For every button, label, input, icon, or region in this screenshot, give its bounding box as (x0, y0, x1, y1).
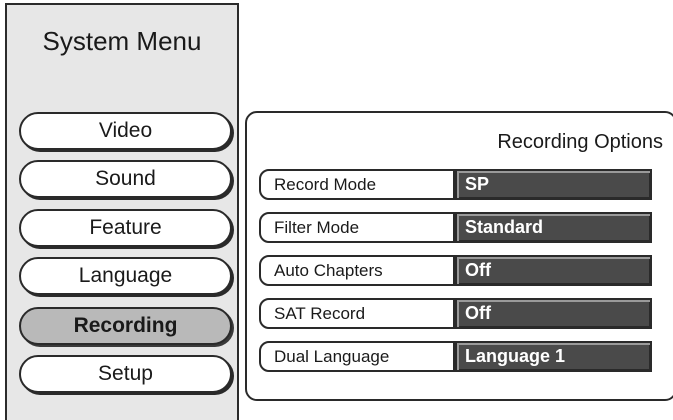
option-row-dual-language[interactable]: Dual Language Language 1 (259, 341, 653, 372)
system-menu-sidebar: System Menu Video Sound Feature Language… (5, 3, 239, 420)
menu-item-video[interactable]: Video (19, 112, 232, 150)
option-label: SAT Record (259, 298, 455, 329)
option-label: Filter Mode (259, 212, 455, 243)
option-row-auto-chapters[interactable]: Auto Chapters Off (259, 255, 653, 286)
option-label: Dual Language (259, 341, 455, 372)
panel-title: Recording Options (497, 131, 663, 153)
option-value[interactable]: Standard (455, 212, 652, 243)
option-value[interactable]: Language 1 (455, 341, 652, 372)
menu-item-recording[interactable]: Recording (19, 307, 232, 345)
menu-item-feature[interactable]: Feature (19, 209, 232, 247)
menu-item-language[interactable]: Language (19, 257, 232, 295)
option-row-filter-mode[interactable]: Filter Mode Standard (259, 212, 653, 243)
option-row-sat-record[interactable]: SAT Record Off (259, 298, 653, 329)
menu-item-sound[interactable]: Sound (19, 160, 232, 198)
option-row-record-mode[interactable]: Record Mode SP (259, 169, 653, 200)
option-value[interactable]: Off (455, 255, 652, 286)
option-value[interactable]: SP (455, 169, 652, 200)
menu-item-setup[interactable]: Setup (19, 355, 232, 393)
option-value[interactable]: Off (455, 298, 652, 329)
menu-title: System Menu (42, 26, 202, 56)
option-label: Record Mode (259, 169, 455, 200)
recording-options-panel: Recording Options Record Mode SP Filter … (245, 111, 673, 401)
option-label: Auto Chapters (259, 255, 455, 286)
